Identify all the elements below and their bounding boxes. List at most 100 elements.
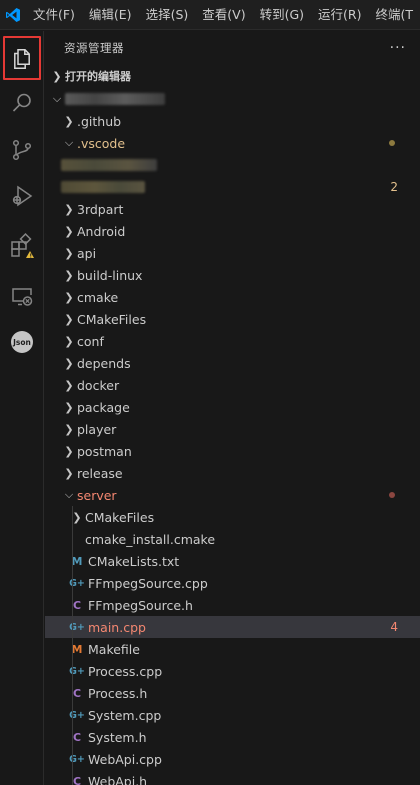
problems-count-badge: 2 (390, 180, 398, 194)
menu-selection[interactable]: 选择(S) (139, 0, 196, 30)
chevron-right-icon: ❯ (64, 400, 74, 414)
folder-label: docker (77, 377, 120, 393)
chevron-right-icon: ❯ (52, 69, 62, 83)
indent-guide (72, 770, 73, 785)
folder-item[interactable]: ❯ cmake (45, 286, 420, 308)
chevron-right-icon: ❯ (64, 444, 74, 458)
file-item[interactable]: C FFmpegSource.h (45, 594, 420, 616)
indent-guide (72, 660, 73, 682)
chevron-down-icon: ⌵ (64, 136, 74, 149)
folder-item[interactable]: ❯ Android (45, 220, 420, 242)
search-icon[interactable] (0, 81, 44, 125)
redacted-file-name (61, 159, 157, 171)
file-label: Makefile (88, 641, 140, 657)
chevron-right-icon: ❯ (64, 268, 74, 282)
folder-item[interactable]: ❯ package (45, 396, 420, 418)
file-item[interactable]: C System.h (45, 726, 420, 748)
menu-edit[interactable]: 编辑(E) (82, 0, 139, 30)
file-label: cmake_install.cmake (85, 531, 216, 547)
chevron-right-icon: ❯ (64, 422, 74, 436)
extensions-icon[interactable]: ! (0, 224, 44, 268)
remote-explorer-icon[interactable] (0, 274, 44, 318)
explorer-title: 资源管理器 (64, 41, 124, 55)
folder-label: server (77, 487, 117, 503)
redacted-root-name (65, 93, 165, 105)
file-label: WebApi.cpp (88, 751, 162, 767)
redacted-file[interactable]: 2 (45, 176, 420, 198)
indent-guide (72, 616, 73, 638)
folder-label: cmake (77, 289, 119, 305)
folder-item[interactable]: ❯ player (45, 418, 420, 440)
folder-label: CMakeFiles (85, 509, 155, 525)
folder-item[interactable]: ❯ postman (45, 440, 420, 462)
explorer-header: 资源管理器 ··· (45, 31, 420, 65)
menu-terminal[interactable]: 终端(T (368, 0, 420, 30)
chevron-right-icon: ❯ (64, 114, 74, 128)
folder-item[interactable]: ❯ depends (45, 352, 420, 374)
file-item[interactable]: G+ main.cpp 4 (45, 616, 420, 638)
folder-label: 3rdpart (77, 201, 124, 217)
redacted-file[interactable] (45, 154, 420, 176)
folder-item[interactable]: ❯ 3rdpart (45, 198, 420, 220)
menu-file[interactable]: 文件(F) (26, 0, 82, 30)
workspace-root-folder[interactable]: ⌵ (45, 88, 420, 110)
folder-vscode[interactable]: ⌵ .vscode (45, 132, 420, 154)
file-label: System.h (88, 729, 147, 745)
error-dot (389, 492, 395, 498)
chevron-down-icon: ⌵ (64, 488, 74, 501)
run-debug-icon[interactable] (0, 174, 44, 218)
file-item[interactable]: G+ Process.cpp (45, 660, 420, 682)
file-item[interactable]: M Makefile (45, 638, 420, 660)
folder-item[interactable]: ❯ conf (45, 330, 420, 352)
file-item[interactable]: G+ WebApi.cpp (45, 748, 420, 770)
indent-guide (72, 682, 73, 704)
file-label: Process.cpp (88, 663, 163, 679)
redacted-file-name (61, 181, 145, 193)
explorer-sidebar: 资源管理器 ··· ❯ 打开的编辑器 ⌵ ❯ .github ⌵ .vscode… (45, 31, 420, 785)
folder-item[interactable]: ❯ docker (45, 374, 420, 396)
modified-dot (389, 140, 395, 146)
file-label: CMakeLists.txt (88, 553, 180, 569)
folder-item[interactable]: ❯ CMakeFiles (45, 506, 420, 528)
file-item[interactable]: C WebApi.h (45, 770, 420, 785)
source-control-icon[interactable] (0, 128, 44, 172)
indent-guide (72, 550, 73, 572)
file-item[interactable]: G+ FFmpegSource.cpp (45, 572, 420, 594)
json-extension[interactable]: Json (0, 320, 44, 364)
more-actions-button[interactable]: ··· (390, 40, 406, 56)
file-label: main.cpp (88, 619, 146, 635)
folder-label: Android (77, 223, 126, 239)
folder-item[interactable]: ❯ release (45, 462, 420, 484)
folder-label: build-linux (77, 267, 143, 283)
chevron-right-icon: ❯ (64, 466, 74, 480)
menu-view[interactable]: 查看(V) (195, 0, 252, 30)
folder-server[interactable]: ⌵ server (45, 484, 420, 506)
menu-go[interactable]: 转到(G) (253, 0, 311, 30)
indent-guide (72, 572, 73, 594)
file-item[interactable]: M CMakeLists.txt (45, 550, 420, 572)
folder-item[interactable]: ❯ api (45, 242, 420, 264)
chevron-down-icon: ⌵ (52, 92, 62, 105)
menu-run[interactable]: 运行(R) (311, 0, 368, 30)
explorer-highlight (3, 36, 41, 80)
folder-label: package (77, 399, 130, 415)
file-item[interactable]: C Process.h (45, 682, 420, 704)
vscode-logo-icon (0, 0, 26, 30)
folder-label: CMakeFiles (77, 311, 147, 327)
indent-guide (72, 506, 73, 528)
indent-guide (72, 594, 73, 616)
open-editors-label: 打开的编辑器 (65, 70, 131, 83)
chevron-right-icon: ❯ (64, 246, 74, 260)
folder-item[interactable]: ❯ CMakeFiles (45, 308, 420, 330)
indent-guide (72, 704, 73, 726)
chevron-right-icon: ❯ (64, 290, 74, 304)
folder-github[interactable]: ❯ .github (45, 110, 420, 132)
folder-item[interactable]: ❯ build-linux (45, 264, 420, 286)
folder-label: release (77, 465, 123, 481)
file-item[interactable]: G+ System.cpp (45, 704, 420, 726)
svg-text:!: ! (30, 253, 33, 259)
activity-bar: ! Json (0, 31, 44, 785)
file-label: FFmpegSource.h (88, 597, 193, 613)
open-editors-section[interactable]: ❯ 打开的编辑器 (45, 65, 420, 87)
file-item[interactable]: cmake_install.cmake (45, 528, 420, 550)
